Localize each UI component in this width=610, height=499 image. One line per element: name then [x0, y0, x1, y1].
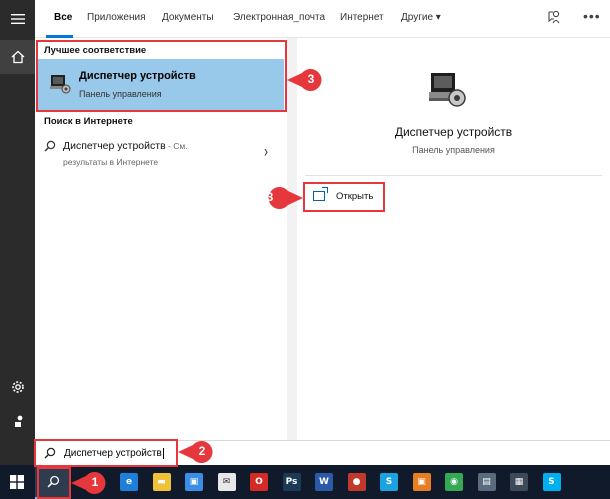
callout-1-taskbar: 1: [71, 472, 115, 494]
tab-all[interactable]: Все: [54, 12, 72, 23]
callout-3-best-match: 3: [287, 69, 331, 91]
hamburger-menu-icon[interactable]: [0, 2, 35, 36]
taskbar-chrome-icon[interactable]: ◉: [445, 473, 463, 491]
annotation-box-search: [34, 439, 178, 467]
web-search-query: Диспетчер устройств: [63, 140, 166, 152]
search-icon: [44, 140, 56, 155]
settings-gear-icon[interactable]: [0, 370, 35, 404]
tab-apps[interactable]: Приложения: [87, 12, 146, 23]
taskbar-app-grey-icon[interactable]: ▤: [477, 473, 496, 491]
callout-number: 1: [91, 475, 99, 489]
callout-2-search: 2: [178, 441, 222, 463]
web-search-item[interactable]: Диспетчер устройств - См. результаты в И…: [35, 136, 287, 176]
preview-panel: Диспетчер устройств Панель управления От…: [297, 38, 610, 440]
taskbar-store-icon[interactable]: ▣: [185, 473, 203, 491]
web-search-text: Диспетчер устройств - См. результаты в И…: [63, 138, 273, 170]
annotation-box-best-match: [36, 40, 287, 112]
feedback-icon[interactable]: [546, 9, 566, 29]
taskbar-edge-icon[interactable]: e: [120, 473, 138, 491]
user-feedback-icon[interactable]: [0, 404, 35, 438]
left-rail: [0, 0, 35, 465]
preview-title: Диспетчер устройств: [394, 125, 513, 139]
tab-other[interactable]: Другие ▾: [401, 12, 441, 23]
taskbar-explorer-icon[interactable]: ▬: [152, 473, 171, 491]
taskbar-snagit-icon[interactable]: S: [380, 473, 398, 491]
callout-3-open: 3: [259, 187, 303, 209]
web-search-subtitle: результаты в Интернете: [63, 157, 159, 167]
home-icon[interactable]: [0, 40, 35, 74]
preview-subtitle: Панель управления: [412, 145, 495, 155]
windows-search-window: Все Приложения Документы Электронная_поч…: [0, 0, 610, 499]
web-search-heading: Поиск в Интернете: [44, 116, 133, 127]
taskbar-photoshop-icon[interactable]: Ps: [282, 473, 301, 491]
callout-number: 3: [307, 72, 315, 86]
more-options-icon[interactable]: •••: [583, 8, 601, 24]
search-tabs: Все Приложения Документы Электронная_поч…: [35, 0, 610, 38]
start-button[interactable]: [0, 465, 34, 499]
tab-email[interactable]: Электронная_почта: [233, 12, 325, 23]
taskbar-app-red-icon[interactable]: ●: [347, 473, 366, 491]
taskbar-app-darkgrey-icon[interactable]: ▦: [510, 473, 528, 491]
taskbar-app-orange-icon[interactable]: ▣: [412, 473, 431, 491]
tab-documents[interactable]: Документы: [162, 12, 214, 23]
annotation-box-search-button: [37, 467, 71, 499]
chevron-right-icon[interactable]: ›: [264, 141, 268, 161]
preview-divider: [305, 175, 602, 176]
taskbar-opera-icon[interactable]: O: [250, 473, 268, 491]
tab-internet[interactable]: Интернет: [340, 12, 384, 23]
device-manager-large-icon: [426, 70, 468, 110]
callout-number: 2: [198, 444, 206, 458]
annotation-box-open: [303, 182, 385, 212]
web-search-suffix: - См.: [165, 141, 188, 151]
taskbar-word-icon[interactable]: W: [315, 473, 333, 491]
taskbar-skype-icon[interactable]: S: [542, 473, 561, 491]
taskbar-mail-icon[interactable]: ✉: [217, 473, 236, 491]
callout-number: 3: [266, 190, 274, 204]
